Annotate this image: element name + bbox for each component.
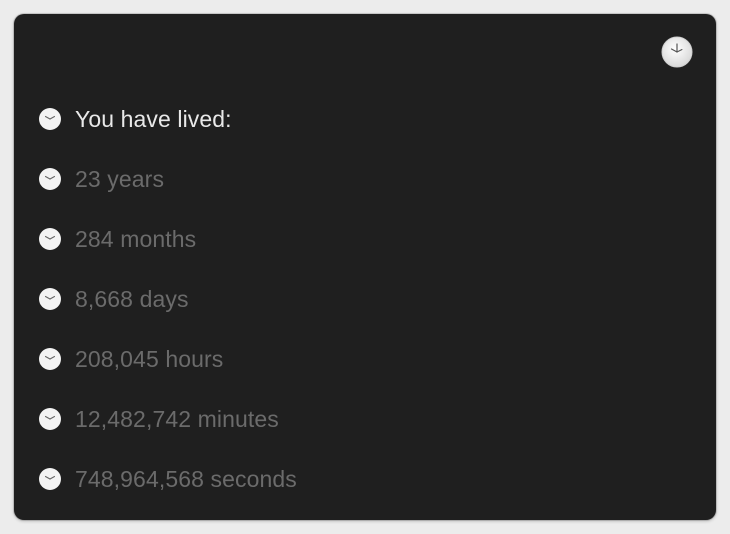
stat-value: 12,482,742 <box>75 405 192 432</box>
clock-icon <box>38 167 62 191</box>
stat-unit: months <box>120 225 197 252</box>
stat-label: 284 months <box>75 226 196 253</box>
lived-stats-panel: You have lived: 23 years 284 months 8,66… <box>14 14 716 520</box>
heading-label: You have lived: <box>75 105 232 132</box>
stat-row-hours: 208,045 hours <box>38 345 223 373</box>
clock-icon <box>38 107 62 131</box>
stat-row-months: 284 months <box>38 225 196 253</box>
stat-unit: seconds <box>210 465 297 492</box>
stat-label: 23 years <box>75 166 164 193</box>
clock-icon <box>38 467 62 491</box>
stat-unit: minutes <box>197 405 279 432</box>
clock-icon <box>38 287 62 311</box>
stat-label: 748,964,568 seconds <box>75 466 297 493</box>
stat-row-days: 8,668 days <box>38 285 189 313</box>
clock-icon <box>38 347 62 371</box>
clock-icon <box>38 227 62 251</box>
stat-row-years: 23 years <box>38 165 164 193</box>
stat-unit: years <box>107 165 165 192</box>
stat-unit: hours <box>165 345 224 372</box>
heading-row: You have lived: <box>38 105 232 133</box>
clock-icon <box>38 407 62 431</box>
stat-value: 208,045 <box>75 345 159 372</box>
stat-label: 208,045 hours <box>75 346 223 373</box>
stat-label: 12,482,742 minutes <box>75 406 279 433</box>
stat-row-seconds: 748,964,568 seconds <box>38 465 297 493</box>
stat-value: 23 <box>75 165 101 192</box>
stat-value: 8,668 <box>75 285 134 312</box>
clock-icon[interactable] <box>661 36 693 68</box>
stat-value: 284 <box>75 225 114 252</box>
stat-unit: days <box>139 285 189 312</box>
stat-value: 748,964,568 <box>75 465 205 492</box>
stat-label: 8,668 days <box>75 286 189 313</box>
stat-row-minutes: 12,482,742 minutes <box>38 405 279 433</box>
